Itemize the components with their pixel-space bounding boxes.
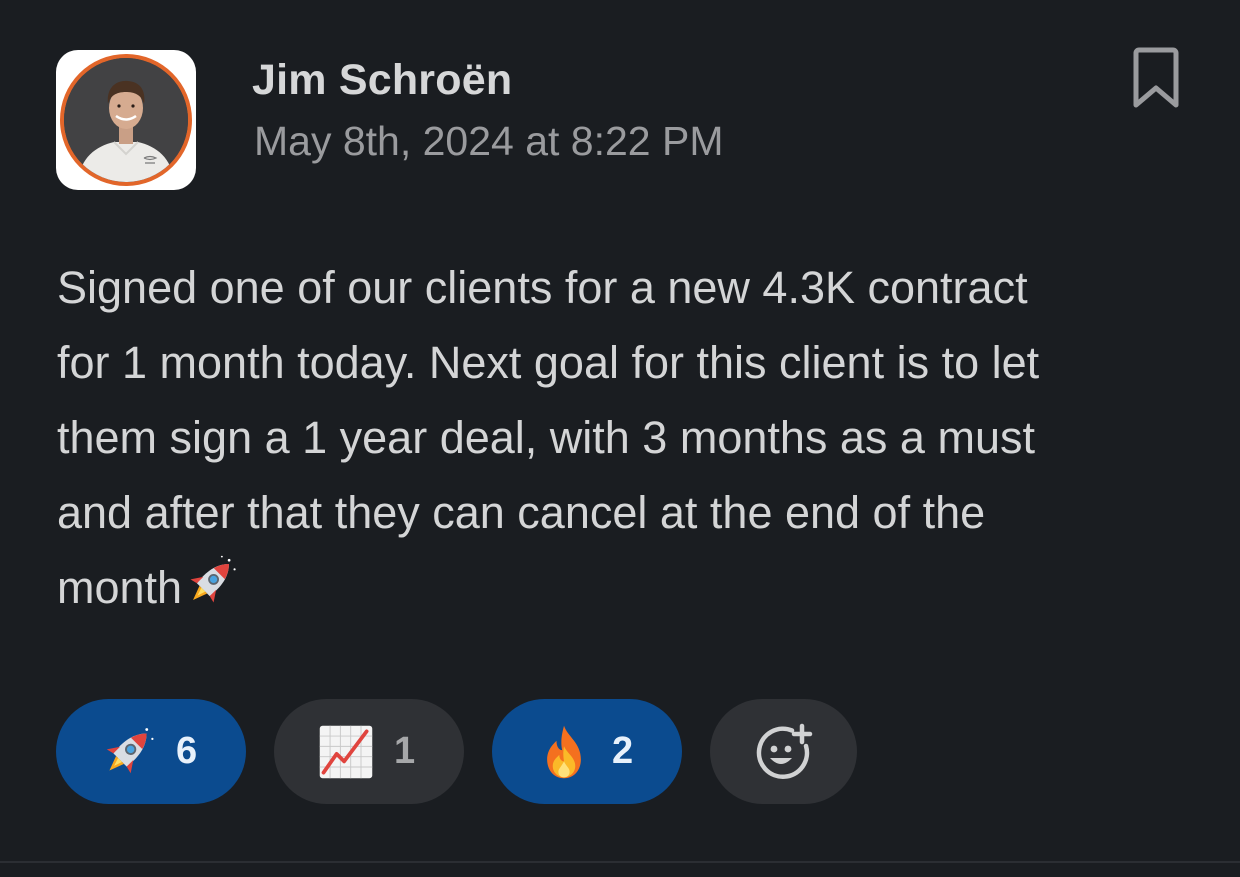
reaction-count: 2 (612, 730, 634, 772)
divider (0, 861, 1240, 863)
author-name[interactable]: Jim Schroën (252, 56, 512, 105)
rocket-icon (106, 727, 154, 773)
reaction-fire[interactable]: 2 (492, 699, 682, 804)
rocket-icon (190, 555, 236, 603)
message-timestamp[interactable]: May 8th, 2024 at 8:22 PM (254, 118, 724, 165)
message-body: Signed one of our clients for a new 4.3K… (57, 250, 1207, 625)
reaction-rocket[interactable]: 6 (56, 699, 246, 804)
message-line: for 1 month today. Next goal for this cl… (57, 337, 1040, 388)
user-photo (60, 54, 192, 186)
reaction-chart-increasing[interactable]: 1 (274, 699, 464, 804)
reactions-bar: 6 1 2 (56, 699, 857, 804)
add-emoji-icon (756, 723, 812, 779)
add-reaction-button[interactable] (710, 699, 857, 804)
fire-icon (547, 725, 581, 778)
message-line: them sign a 1 year deal, with 3 months a… (57, 412, 1035, 463)
message-line: month (57, 562, 183, 613)
reaction-count: 6 (176, 730, 198, 772)
avatar[interactable] (56, 50, 196, 190)
reaction-count: 1 (394, 730, 416, 772)
chart-increasing-icon (319, 725, 373, 778)
message-line: Signed one of our clients for a new 4.3K… (57, 262, 1028, 313)
message: Jim Schroën May 8th, 2024 at 8:22 PM Sig… (0, 0, 1240, 862)
message-line-last: month (57, 550, 1207, 625)
message-line: and after that they can cancel at the en… (57, 487, 986, 538)
bookmark-icon[interactable] (1130, 44, 1182, 112)
